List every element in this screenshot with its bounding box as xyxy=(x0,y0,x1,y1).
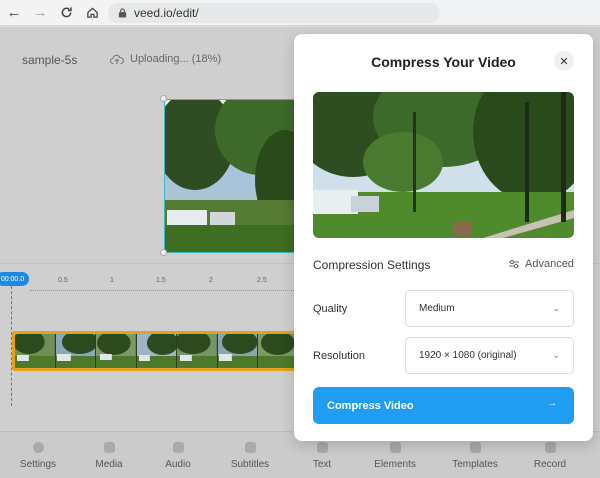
toolbar-label: Templates xyxy=(452,459,498,470)
text-icon xyxy=(316,442,328,453)
clip-thumbnail xyxy=(136,334,178,368)
toolbar-label: Record xyxy=(533,459,567,470)
quality-select[interactable]: Medium ⌄ xyxy=(405,290,574,327)
toolbar-label: Media xyxy=(95,459,123,470)
ruler-tick: 1.5 xyxy=(156,277,166,284)
video-frame-image xyxy=(165,100,303,252)
clip-thumbnail xyxy=(177,334,218,368)
subtitles-icon xyxy=(244,442,256,453)
timeline: 0.5 1 1.5 2 2.5 00:00.0 xyxy=(0,262,302,412)
resolution-select[interactable]: 1920 × 1080 (original) ⌄ xyxy=(405,337,574,374)
resize-handle[interactable] xyxy=(160,95,167,102)
upload-status: Uploading... (18%) xyxy=(110,53,221,65)
advanced-settings-link[interactable]: Advanced xyxy=(508,258,574,270)
canvas-video-preview[interactable] xyxy=(164,99,304,253)
toolbar-elements[interactable]: Elements xyxy=(360,436,430,470)
clip-thumbnail xyxy=(96,334,137,368)
toolbar-label: Text xyxy=(312,459,332,470)
toolbar-audio[interactable]: Audio xyxy=(143,436,213,470)
quality-label: Quality xyxy=(313,303,348,315)
toolbar-label: Settings xyxy=(19,459,57,470)
templates-icon xyxy=(469,442,481,453)
url-text: veed.io/edit/ xyxy=(134,6,199,20)
playhead-time[interactable]: 00:00.0 xyxy=(0,272,29,286)
music-icon xyxy=(172,442,184,453)
address-bar[interactable]: veed.io/edit/ xyxy=(108,3,440,23)
chevron-down-icon: ⌄ xyxy=(552,350,560,360)
ruler-tick: 0.5 xyxy=(58,277,68,284)
toolbar-label: Elements xyxy=(374,459,416,470)
lock-icon xyxy=(118,8,127,18)
resolution-value: 1920 × 1080 (original) xyxy=(419,350,517,361)
clip-thumbnail xyxy=(55,334,97,368)
modal-title: Compress Your Video xyxy=(371,54,516,70)
sliders-icon xyxy=(509,259,519,269)
resolution-label: Resolution xyxy=(313,350,365,362)
video-preview xyxy=(313,92,574,238)
chevron-down-icon: ⌄ xyxy=(552,303,560,313)
toolbar-templates[interactable]: Templates xyxy=(440,436,510,470)
reload-icon[interactable] xyxy=(54,1,78,25)
compress-modal: Compress Your Video ✕ Compression Settin… xyxy=(294,34,593,441)
elements-icon xyxy=(389,442,401,453)
advanced-label: Advanced xyxy=(525,258,574,270)
gear-icon xyxy=(32,442,44,453)
browser-toolbar: ← → veed.io/edit/ xyxy=(0,0,600,26)
back-arrow-icon[interactable]: ← xyxy=(2,1,26,25)
toolbar-label: Audio xyxy=(165,459,191,470)
compress-video-button[interactable]: Compress Video → xyxy=(313,387,574,424)
toolbar-subtitles[interactable]: Subtitles xyxy=(215,436,285,470)
toolbar-label: Subtitles xyxy=(230,459,270,470)
video-preview-image xyxy=(313,92,574,238)
ruler-tick: 2 xyxy=(209,277,213,284)
compression-settings-title: Compression Settings xyxy=(313,258,431,272)
home-icon[interactable] xyxy=(80,1,104,25)
clip-thumbnail xyxy=(258,334,299,368)
timeline-ruler xyxy=(30,290,300,291)
upload-cloud-icon xyxy=(110,54,124,64)
video-track-clip[interactable] xyxy=(12,331,302,371)
resize-handle[interactable] xyxy=(160,249,167,256)
toolbar-record[interactable]: Record xyxy=(515,436,585,470)
record-icon xyxy=(544,442,556,453)
forward-arrow-icon[interactable]: → xyxy=(28,1,52,25)
toolbar-text[interactable]: Text xyxy=(287,436,357,470)
toolbar-media[interactable]: Media xyxy=(74,436,144,470)
project-name[interactable]: sample-5s xyxy=(22,53,77,67)
clip-thumbnail xyxy=(15,334,56,368)
close-icon[interactable]: ✕ xyxy=(554,51,574,71)
quality-value: Medium xyxy=(419,303,455,314)
plus-icon xyxy=(103,442,115,453)
ruler-tick: 2.5 xyxy=(257,277,267,284)
compress-button-label: Compress Video xyxy=(327,399,414,412)
arrow-right-icon: → xyxy=(547,398,557,409)
clip-thumbnail xyxy=(217,334,259,368)
toolbar-settings[interactable]: Settings xyxy=(3,436,73,470)
upload-status-text: Uploading... (18%) xyxy=(130,53,222,65)
ruler-tick: 1 xyxy=(110,277,114,284)
